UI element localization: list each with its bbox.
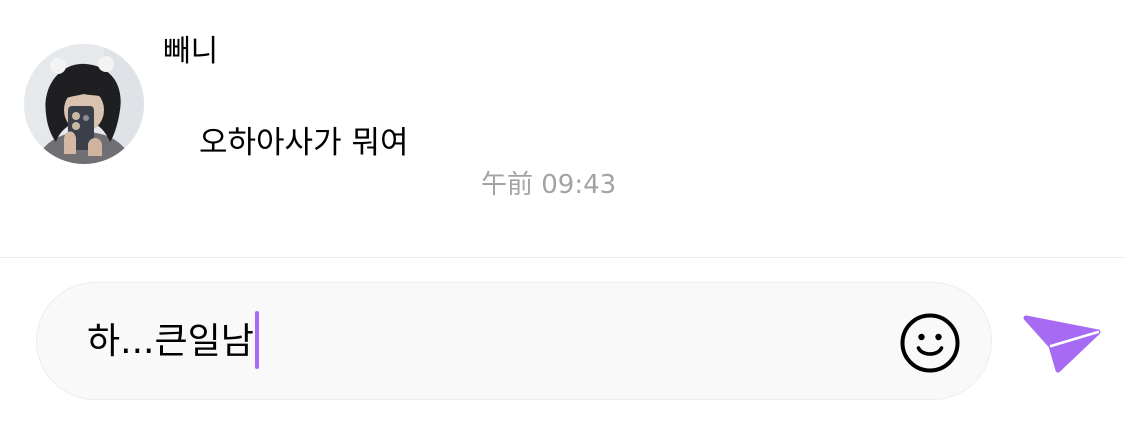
smiley-icon xyxy=(900,313,960,373)
emoji-button[interactable] xyxy=(899,312,961,374)
message-timestamp: 午前 09:43 xyxy=(481,170,617,200)
message-bubble[interactable]: 오하아사가 뭐여 xyxy=(163,108,445,178)
composer-divider xyxy=(0,257,1125,258)
message-input-field[interactable]: 하...큰일남 xyxy=(87,311,259,372)
avatar[interactable] xyxy=(24,44,144,164)
text-cursor xyxy=(254,311,259,369)
avatar-photo xyxy=(24,44,144,164)
send-button[interactable] xyxy=(1022,310,1102,374)
message-input[interactable]: 하...큰일남 xyxy=(36,282,992,400)
paper-plane-icon xyxy=(1023,315,1101,373)
sender-name: 빼니 xyxy=(163,34,219,69)
message-text: 오하아사가 뭐여 xyxy=(199,125,409,161)
message-input-value: 하...큰일남 xyxy=(87,321,254,362)
